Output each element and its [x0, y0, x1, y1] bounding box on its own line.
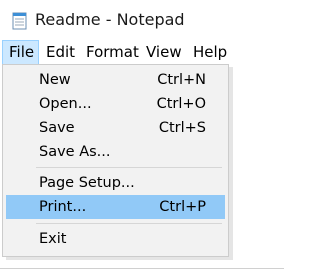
menu-item-exit[interactable]: Exit: [6, 227, 225, 251]
menu-edit[interactable]: Edit: [46, 40, 75, 65]
file-menu-dropdown: New Ctrl+N Open... Ctrl+O Save Ctrl+S Sa…: [2, 64, 229, 257]
menu-item-shortcut: Ctrl+N: [157, 72, 206, 88]
menu-item-label: Save As...: [39, 144, 111, 160]
menu-format[interactable]: Format: [86, 40, 139, 65]
menu-item-new[interactable]: New Ctrl+N: [6, 68, 225, 92]
window-border: [0, 268, 284, 269]
menu-item-shortcut: Ctrl+S: [158, 120, 206, 136]
menu-item-save-as[interactable]: Save As...: [6, 140, 225, 164]
menu-item-label: New: [39, 72, 71, 88]
menu-item-label: Exit: [39, 231, 67, 247]
menu-item-label: Page Setup...: [39, 175, 135, 191]
menu-item-save[interactable]: Save Ctrl+S: [6, 116, 225, 140]
menu-item-shortcut: Ctrl+O: [156, 96, 206, 112]
menu-item-open[interactable]: Open... Ctrl+O: [6, 92, 225, 116]
menu-item-print[interactable]: Print... Ctrl+P: [6, 195, 225, 219]
menu-item-page-setup[interactable]: Page Setup...: [6, 171, 225, 195]
menu-bar: File Edit Format View Help: [0, 40, 284, 65]
window-title: Readme - Notepad: [35, 10, 185, 29]
menu-item-label: Open...: [39, 96, 92, 112]
menu-item-label: Save: [39, 120, 75, 136]
title-bar: Readme - Notepad: [0, 0, 284, 40]
notepad-icon: [12, 12, 27, 30]
menu-separator: [36, 223, 222, 224]
menu-view[interactable]: View: [146, 40, 182, 65]
menu-item-label: Print...: [39, 199, 87, 215]
menu-separator: [36, 167, 222, 168]
menu-file[interactable]: File: [2, 40, 39, 65]
menu-item-shortcut: Ctrl+P: [159, 199, 206, 215]
menu-help[interactable]: Help: [193, 40, 227, 65]
